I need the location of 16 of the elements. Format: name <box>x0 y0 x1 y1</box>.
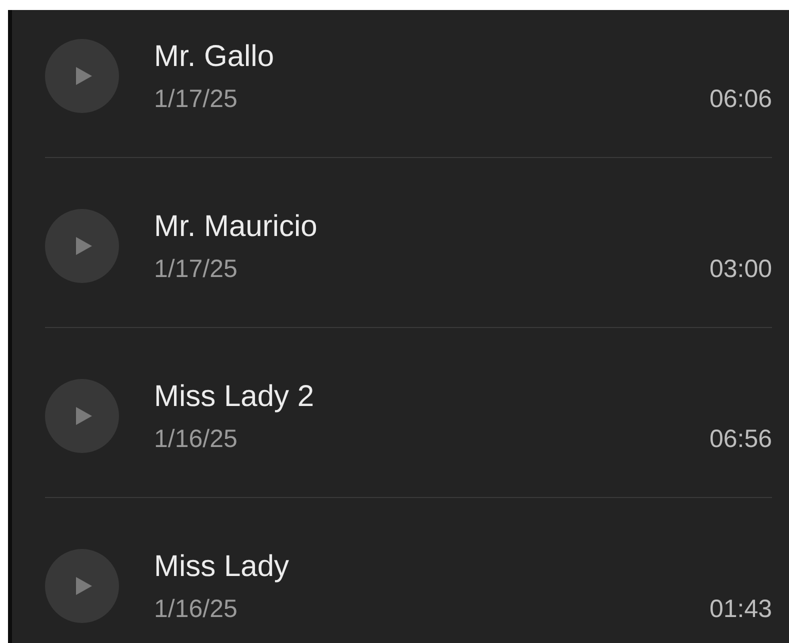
play-icon <box>76 407 92 425</box>
recording-title: Mr. Gallo <box>154 39 276 75</box>
recording-date: 1/16/25 <box>154 594 238 625</box>
recording-date: 1/17/25 <box>154 84 238 115</box>
recording-title: Miss Lady 2 <box>154 379 316 415</box>
recording-duration: 06:06 <box>709 84 772 115</box>
recording-title: Miss Lady <box>154 549 290 585</box>
play-icon <box>76 577 92 595</box>
recording-duration: 01:43 <box>709 594 772 625</box>
recording-title: Mr. Mauricio <box>154 209 318 245</box>
play-icon <box>76 237 92 255</box>
recording-duration: 06:56 <box>709 424 772 455</box>
recording-date: 1/16/25 <box>154 424 238 455</box>
play-icon <box>76 67 92 85</box>
recording-duration: 03:00 <box>709 254 772 285</box>
recording-date: 1/17/25 <box>154 254 238 285</box>
